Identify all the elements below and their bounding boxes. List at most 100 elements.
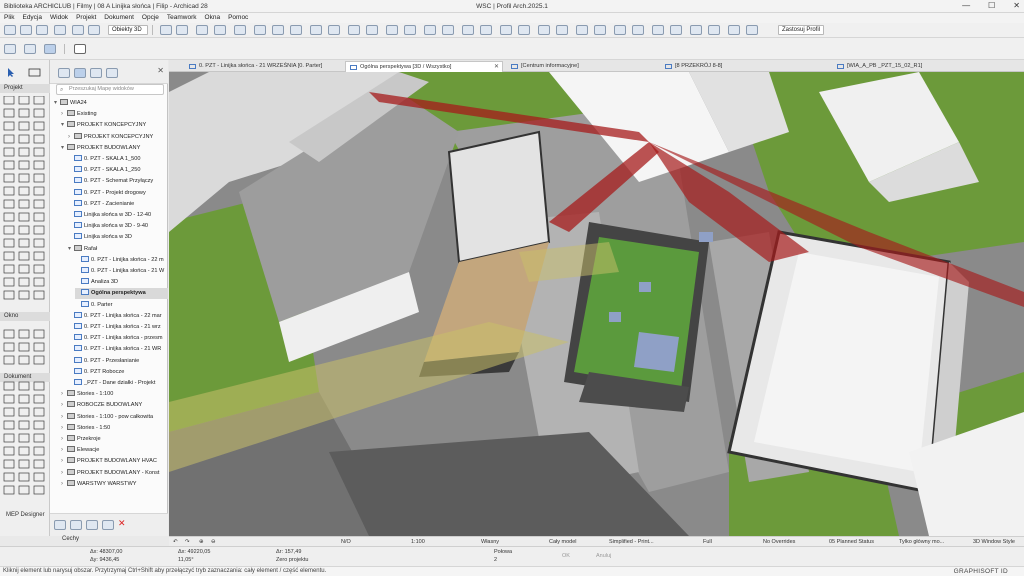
tree-view-item[interactable]: 0. PZT Robocze xyxy=(68,367,168,378)
tree-view-item[interactable]: 0. PZT - Linijka słońca - 21 WR xyxy=(68,344,168,355)
elevation-icon[interactable] xyxy=(328,25,340,35)
guide-icon[interactable] xyxy=(196,25,208,35)
tree-view-item[interactable]: Linijka słońca w 3D - 12-40 xyxy=(68,210,168,221)
menu-okna[interactable]: Okna xyxy=(205,13,221,23)
menu-projekt[interactable]: Projekt xyxy=(76,13,96,23)
layer-icon[interactable] xyxy=(160,25,172,35)
zero-project[interactable]: Zero projektu xyxy=(276,557,308,563)
tree-folder[interactable]: ▾ Rafał xyxy=(68,244,168,255)
print-icon[interactable] xyxy=(54,25,66,35)
tab-ogolna-perspektywa[interactable]: Ogólna perspektywa [3D / Wszystko] ✕ xyxy=(345,61,503,72)
object-icon[interactable] xyxy=(614,25,626,35)
arrow-tool[interactable] xyxy=(4,68,17,77)
tool-icons-grid[interactable] xyxy=(0,96,50,536)
menu-dokument[interactable]: Dokument xyxy=(104,13,134,23)
measure-icon[interactable] xyxy=(254,25,266,35)
trace-icon[interactable] xyxy=(234,25,246,35)
profile-dropdown[interactable]: Zastosuj Profil xyxy=(778,25,824,35)
section-icon[interactable] xyxy=(310,25,322,35)
tree-folder[interactable]: › Stories - 1:100 - pow całkowita xyxy=(61,412,168,423)
window-icon[interactable] xyxy=(690,25,702,35)
mep-designer-label[interactable]: MEP Designer xyxy=(6,512,45,518)
tree-view-item[interactable]: 0. PZT - Linijka słońca - 21 wrz xyxy=(68,322,168,333)
tree-view-item[interactable]: 0. PZT - Projekt drogowy xyxy=(68,188,168,199)
tree-view-item[interactable]: _PZT - Dane działki - Projekt xyxy=(68,378,168,389)
tree-view-item[interactable]: 0. Parter xyxy=(75,300,168,311)
redo-icon[interactable] xyxy=(88,25,100,35)
new-icon[interactable] xyxy=(4,25,16,35)
morph-icon[interactable] xyxy=(670,25,682,35)
search-input[interactable]: ⌕ Przeszukaj Mapę widoków xyxy=(56,84,164,95)
render-icon[interactable] xyxy=(290,25,302,35)
save-view-icon[interactable] xyxy=(54,520,66,530)
solid-icon[interactable] xyxy=(538,25,550,35)
tree-folder[interactable]: › PROJEKT KONCEPCYJNY xyxy=(68,132,168,143)
tree-view-item[interactable]: 0. PZT - Linijka słońca - 22 m xyxy=(75,255,168,266)
teamwork-icon[interactable] xyxy=(272,25,284,35)
grid-icon[interactable] xyxy=(214,25,226,35)
tree-folder[interactable]: › Stories - 1:50 xyxy=(61,423,168,434)
selection-mode-icon[interactable] xyxy=(44,44,56,54)
arrow-tool-icon[interactable] xyxy=(4,44,16,54)
maximize-button[interactable]: ☐ xyxy=(988,1,995,10)
tree-view-item[interactable]: 0. PZT - Przesłanianie xyxy=(68,356,168,367)
menu-edycja[interactable]: Edycja xyxy=(22,13,42,23)
marquee-tool[interactable] xyxy=(28,68,41,77)
graphisoft-id[interactable]: GRAPHISOFT ID xyxy=(954,568,1008,575)
surface-icon[interactable] xyxy=(442,25,454,35)
close-button[interactable]: ✕ xyxy=(1013,1,1020,10)
line-icon[interactable] xyxy=(500,25,512,35)
tree-folder[interactable]: › ROBOCZE BUDOWLANY xyxy=(61,400,168,411)
tab-przekroj[interactable]: [8 PRZEKRÓJ 8-8] xyxy=(661,61,831,72)
tree-folder[interactable]: ▾ WIA24 xyxy=(54,98,168,109)
tree-folder[interactable]: › Stories - 1:100 xyxy=(61,389,168,400)
tree-view-item[interactable]: Linijka słońca w 3D - 9-40 xyxy=(68,221,168,232)
layout-icon[interactable] xyxy=(386,25,398,35)
tree-folder[interactable]: ▾ PROJEKT KONCEPCYJNY xyxy=(61,120,168,131)
camera-icon[interactable] xyxy=(652,25,664,35)
half-value[interactable]: 2 xyxy=(494,557,497,563)
tree-view-item[interactable]: 0. PZT - Zacienianie xyxy=(68,199,168,210)
pen-icon[interactable] xyxy=(462,25,474,35)
tree-folder[interactable]: › PROJEKT BUDOWLANY - Konst xyxy=(61,468,168,479)
toolbox-section-projekt[interactable]: Projekt xyxy=(0,84,50,93)
tree-folder[interactable]: › Przekroje xyxy=(61,434,168,445)
close-tab-icon[interactable]: ✕ xyxy=(494,62,499,72)
door-icon[interactable] xyxy=(708,25,720,35)
tab-pzt-linijka[interactable]: 0. PZT - Linijka słońca - 21 WRZEŚNIA [0… xyxy=(185,61,345,72)
menu-opcje[interactable]: Opcje xyxy=(142,13,159,23)
tab-centrum-informacyjne[interactable]: [Centrum informacyjne] xyxy=(507,61,657,72)
stair-icon[interactable] xyxy=(556,25,568,35)
tree-folder[interactable]: › WARSTWY WARSTWY xyxy=(61,479,168,490)
publisher-sets-icon[interactable] xyxy=(106,68,118,78)
cancel-button[interactable]: Anuluj xyxy=(596,553,611,559)
menu-widok[interactable]: Widok xyxy=(50,13,68,23)
zone-icon[interactable] xyxy=(518,25,530,35)
tree-view-item[interactable]: Analiza 3D xyxy=(75,277,168,288)
marquee-tool-icon[interactable] xyxy=(24,44,36,54)
tree-view-item[interactable]: 0. PZT - SKALA 1_250 xyxy=(68,165,168,176)
project-map-icon[interactable] xyxy=(58,68,70,78)
3d-window-icon[interactable] xyxy=(348,25,360,35)
new-folder-icon[interactable] xyxy=(70,520,82,530)
view-mode-dropdown[interactable]: Obiekty 3D xyxy=(108,25,148,35)
clone-folder-icon[interactable] xyxy=(86,520,98,530)
tree-view-item[interactable]: 0. PZT - Linijka słońca - przesm xyxy=(68,333,168,344)
close-navigator-icon[interactable]: ✕ xyxy=(157,66,164,75)
lamp-icon[interactable] xyxy=(632,25,644,35)
tree-folder[interactable]: › PROJEKT BUDOWLANY HVAC xyxy=(61,456,168,467)
pointer-icon[interactable] xyxy=(74,44,86,54)
minimize-button[interactable]: — xyxy=(962,1,970,10)
snap-icon[interactable] xyxy=(176,25,188,35)
delete-icon[interactable]: ✕ xyxy=(118,518,126,529)
3d-viewport[interactable] xyxy=(169,72,1024,536)
menu-teamwork[interactable]: Teamwork xyxy=(167,13,197,23)
tree-folder[interactable]: ▾ PROJEKT BUDOWLANY xyxy=(61,143,168,154)
tree-view-item[interactable]: 0. PZT - SKALA 1_500 xyxy=(68,154,168,165)
undo-icon[interactable] xyxy=(72,25,84,35)
mesh-icon[interactable] xyxy=(594,25,606,35)
tab-wia-layout[interactable]: [WIA_A_PB _PZT_15_02_R1] xyxy=(833,61,1013,72)
tree-folder[interactable]: › Existing xyxy=(61,109,168,120)
open-icon[interactable] xyxy=(20,25,32,35)
menu-plik[interactable]: Plik xyxy=(4,13,14,23)
